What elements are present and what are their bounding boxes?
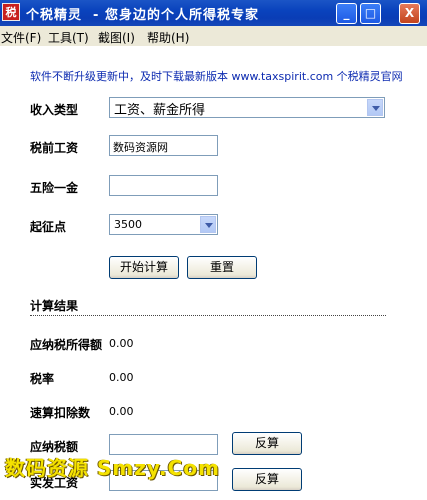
site-watermark: 数码资源 Smzy.Com [5,456,220,480]
quick-deduction-value: 0.00 [109,405,134,418]
app-icon: 税 [2,3,20,21]
maximize-button[interactable]: □ [360,3,381,24]
taxable-income-value: 0.00 [109,337,134,350]
pre-tax-salary-input[interactable]: 数码资源网 [109,135,218,156]
chevron-down-icon[interactable] [200,216,216,233]
tax-rate-label: 税率 [30,372,55,386]
menu-bar: 文件(F) 工具(T) 截图(I) 帮助(H) [0,26,427,46]
window-title: 个税精灵 - 您身边的个人所得税专家 [26,8,259,23]
income-type-label: 收入类型 [30,103,79,117]
chevron-down-icon[interactable] [367,99,383,116]
menu-screenshot[interactable]: 截图(I) [98,29,135,46]
reverse-calc-salary-button[interactable]: 反算 [232,468,302,491]
quick-deduction-label: 速算扣除数 [30,406,91,420]
results-divider [30,315,386,316]
menu-tools[interactable]: 工具(T) [48,29,89,46]
income-type-value: 工资、薪金所得 [114,103,206,118]
threshold-select[interactable]: 3500 [109,214,218,235]
menu-help[interactable]: 帮助(H) [147,29,189,46]
pre-tax-salary-label: 税前工资 [30,141,79,155]
main-panel: 软件不断升级更新中，及时下载最新版本 www.taxspirit.com 个税精… [0,46,427,500]
update-notice[interactable]: 软件不断升级更新中，及时下载最新版本 www.taxspirit.com 个税精… [30,68,403,84]
calculate-button[interactable]: 开始计算 [109,256,179,279]
tax-rate-value: 0.00 [109,371,134,384]
reverse-calc-tax-button[interactable]: 反算 [232,432,302,455]
taxable-income-label: 应纳税所得额 [30,338,103,352]
minimize-button[interactable]: _ [336,3,357,24]
threshold-value: 3500 [114,218,142,231]
insurance-label: 五险一金 [30,181,79,195]
insurance-input[interactable] [109,175,218,196]
close-button[interactable]: X [399,3,420,24]
title-bar: 税 个税精灵 - 您身边的个人所得税专家 _ □ X [0,0,427,26]
income-type-select[interactable]: 工资、薪金所得 [109,97,385,118]
threshold-label: 起征点 [30,220,67,234]
menu-file[interactable]: 文件(F) [1,29,41,46]
results-title: 计算结果 [30,299,79,313]
reset-button[interactable]: 重置 [187,256,257,279]
